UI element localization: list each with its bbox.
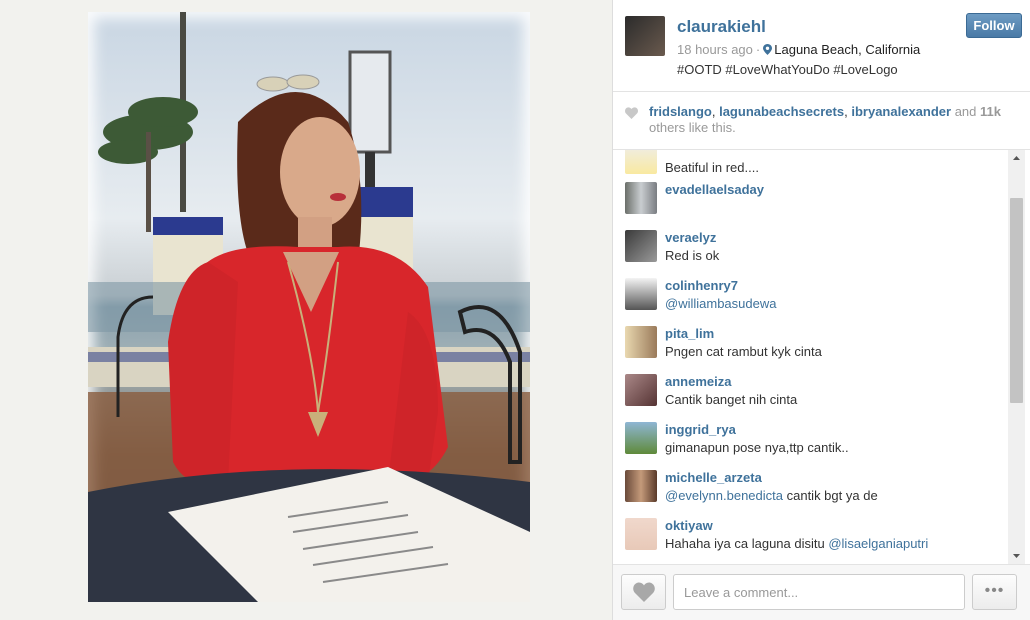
like-comma: ,	[844, 104, 848, 119]
comment-item: colinhenry7 @williambasudewa	[625, 278, 1005, 326]
comment-avatar[interactable]	[625, 374, 657, 406]
comment-text-rest: cantik bgt ya de	[783, 488, 878, 503]
comment-text: Beatiful in red....	[665, 160, 759, 175]
comment-text: Hahaha iya ca laguna disitu @lisaelgania…	[665, 536, 928, 551]
comment-item: pita_lim Pngen cat rambut kyk cinta	[625, 326, 1005, 374]
more-options-button[interactable]: •••	[972, 574, 1017, 610]
comment-avatar[interactable]	[625, 518, 657, 550]
comment-avatar[interactable]	[625, 182, 657, 214]
comment-avatar[interactable]	[625, 470, 657, 502]
more-icon: •••	[984, 582, 1005, 599]
comment-text: Pngen cat rambut kyk cinta	[665, 344, 822, 359]
scroll-up-icon[interactable]	[1008, 150, 1025, 166]
like-user[interactable]: fridslango	[649, 104, 712, 119]
post-time[interactable]: 18 hours ago	[677, 42, 753, 57]
author-avatar[interactable]	[625, 16, 665, 56]
comment-username[interactable]: oktiyaw	[665, 518, 713, 533]
like-user[interactable]: ibryanalexander	[851, 104, 951, 119]
comment-input[interactable]	[673, 574, 965, 610]
comment-username[interactable]: inggrid_rya	[665, 422, 736, 437]
comment-text: Cantik banget nih cinta	[665, 392, 798, 407]
comment-item: annemeiza Cantik banget nih cinta	[625, 374, 1005, 422]
heart-icon	[625, 107, 638, 119]
comment-avatar[interactable]	[625, 326, 657, 358]
meta-separator: ·	[755, 42, 761, 57]
comment-mention[interactable]: @williambasudewa	[665, 296, 776, 311]
comment-mention[interactable]: @evelynn.benedicta	[665, 488, 783, 503]
comment-text: gimanapun pose nya,ttp cantik..	[665, 440, 849, 455]
likes-others: others like this.	[649, 120, 736, 135]
comment-item: michelle_arzeta @evelynn.benedicta canti…	[625, 470, 1005, 518]
comment-username[interactable]: michelle_arzeta	[665, 470, 762, 485]
post-side-panel: claurakiehl 18 hours ago · Laguna Beach, C…	[613, 0, 1030, 620]
comments-list[interactable]: Beatiful in red.... evadellaelsaday vera…	[613, 150, 1030, 564]
photo-illustration	[88, 12, 530, 602]
follow-button[interactable]: Follow	[966, 13, 1022, 38]
post-caption: #OOTD #LoveWhatYouDo #LoveLogo	[677, 62, 898, 77]
likes-summary: fridslango, lagunabeachsecrets, ibryanal…	[613, 92, 1030, 150]
scrollbar-thumb[interactable]	[1010, 198, 1023, 403]
comment-username[interactable]: veraelyz	[665, 230, 716, 245]
photo-pane	[0, 0, 613, 620]
comment-footer: •••	[613, 564, 1030, 620]
comment-username[interactable]: pita_lim	[665, 326, 714, 341]
post-header: claurakiehl 18 hours ago · Laguna Beach, C…	[613, 0, 1030, 92]
author-username[interactable]: claurakiehl	[677, 17, 766, 37]
post-meta: 18 hours ago · Laguna Beach, California	[677, 42, 920, 57]
comment-text: @evelynn.benedicta cantik bgt ya de	[665, 488, 878, 503]
comment-username[interactable]: annemeiza	[665, 374, 731, 389]
comment-item: oktiyaw Hahaha iya ca laguna disitu @lis…	[625, 518, 1005, 564]
comment-text: @williambasudewa	[665, 296, 776, 311]
comment-item: veraelyz Red is ok	[625, 230, 1005, 278]
comment-mention[interactable]: @lisaelganiaputri	[828, 536, 928, 551]
scroll-down-icon[interactable]	[1008, 548, 1025, 564]
comment-avatar[interactable]	[625, 150, 657, 174]
location-pin-icon	[763, 44, 773, 55]
comment-text: Red is ok	[665, 248, 720, 263]
like-user[interactable]: lagunabeachsecrets	[719, 104, 844, 119]
comment-avatar[interactable]	[625, 422, 657, 454]
post-photo[interactable]	[88, 12, 530, 602]
comment-avatar[interactable]	[625, 230, 657, 262]
likes-count[interactable]: 11k	[980, 104, 1001, 119]
comment-text-rest: Hahaha iya ca laguna disitu	[665, 536, 829, 551]
comment-item: evadellaelsaday	[625, 182, 1005, 230]
comment-avatar[interactable]	[625, 278, 657, 310]
comment-item: inggrid_rya gimanapun pose nya,ttp canti…	[625, 422, 1005, 470]
heart-icon	[633, 582, 655, 602]
post-location[interactable]: Laguna Beach, California	[774, 42, 920, 57]
like-comma: ,	[711, 104, 716, 119]
comments-scrollbar[interactable]	[1008, 150, 1025, 564]
likes-and: and	[954, 104, 977, 119]
comment-username[interactable]: colinhenry7	[665, 278, 738, 293]
like-button[interactable]	[621, 574, 666, 610]
comment-username[interactable]: evadellaelsaday	[665, 182, 764, 197]
